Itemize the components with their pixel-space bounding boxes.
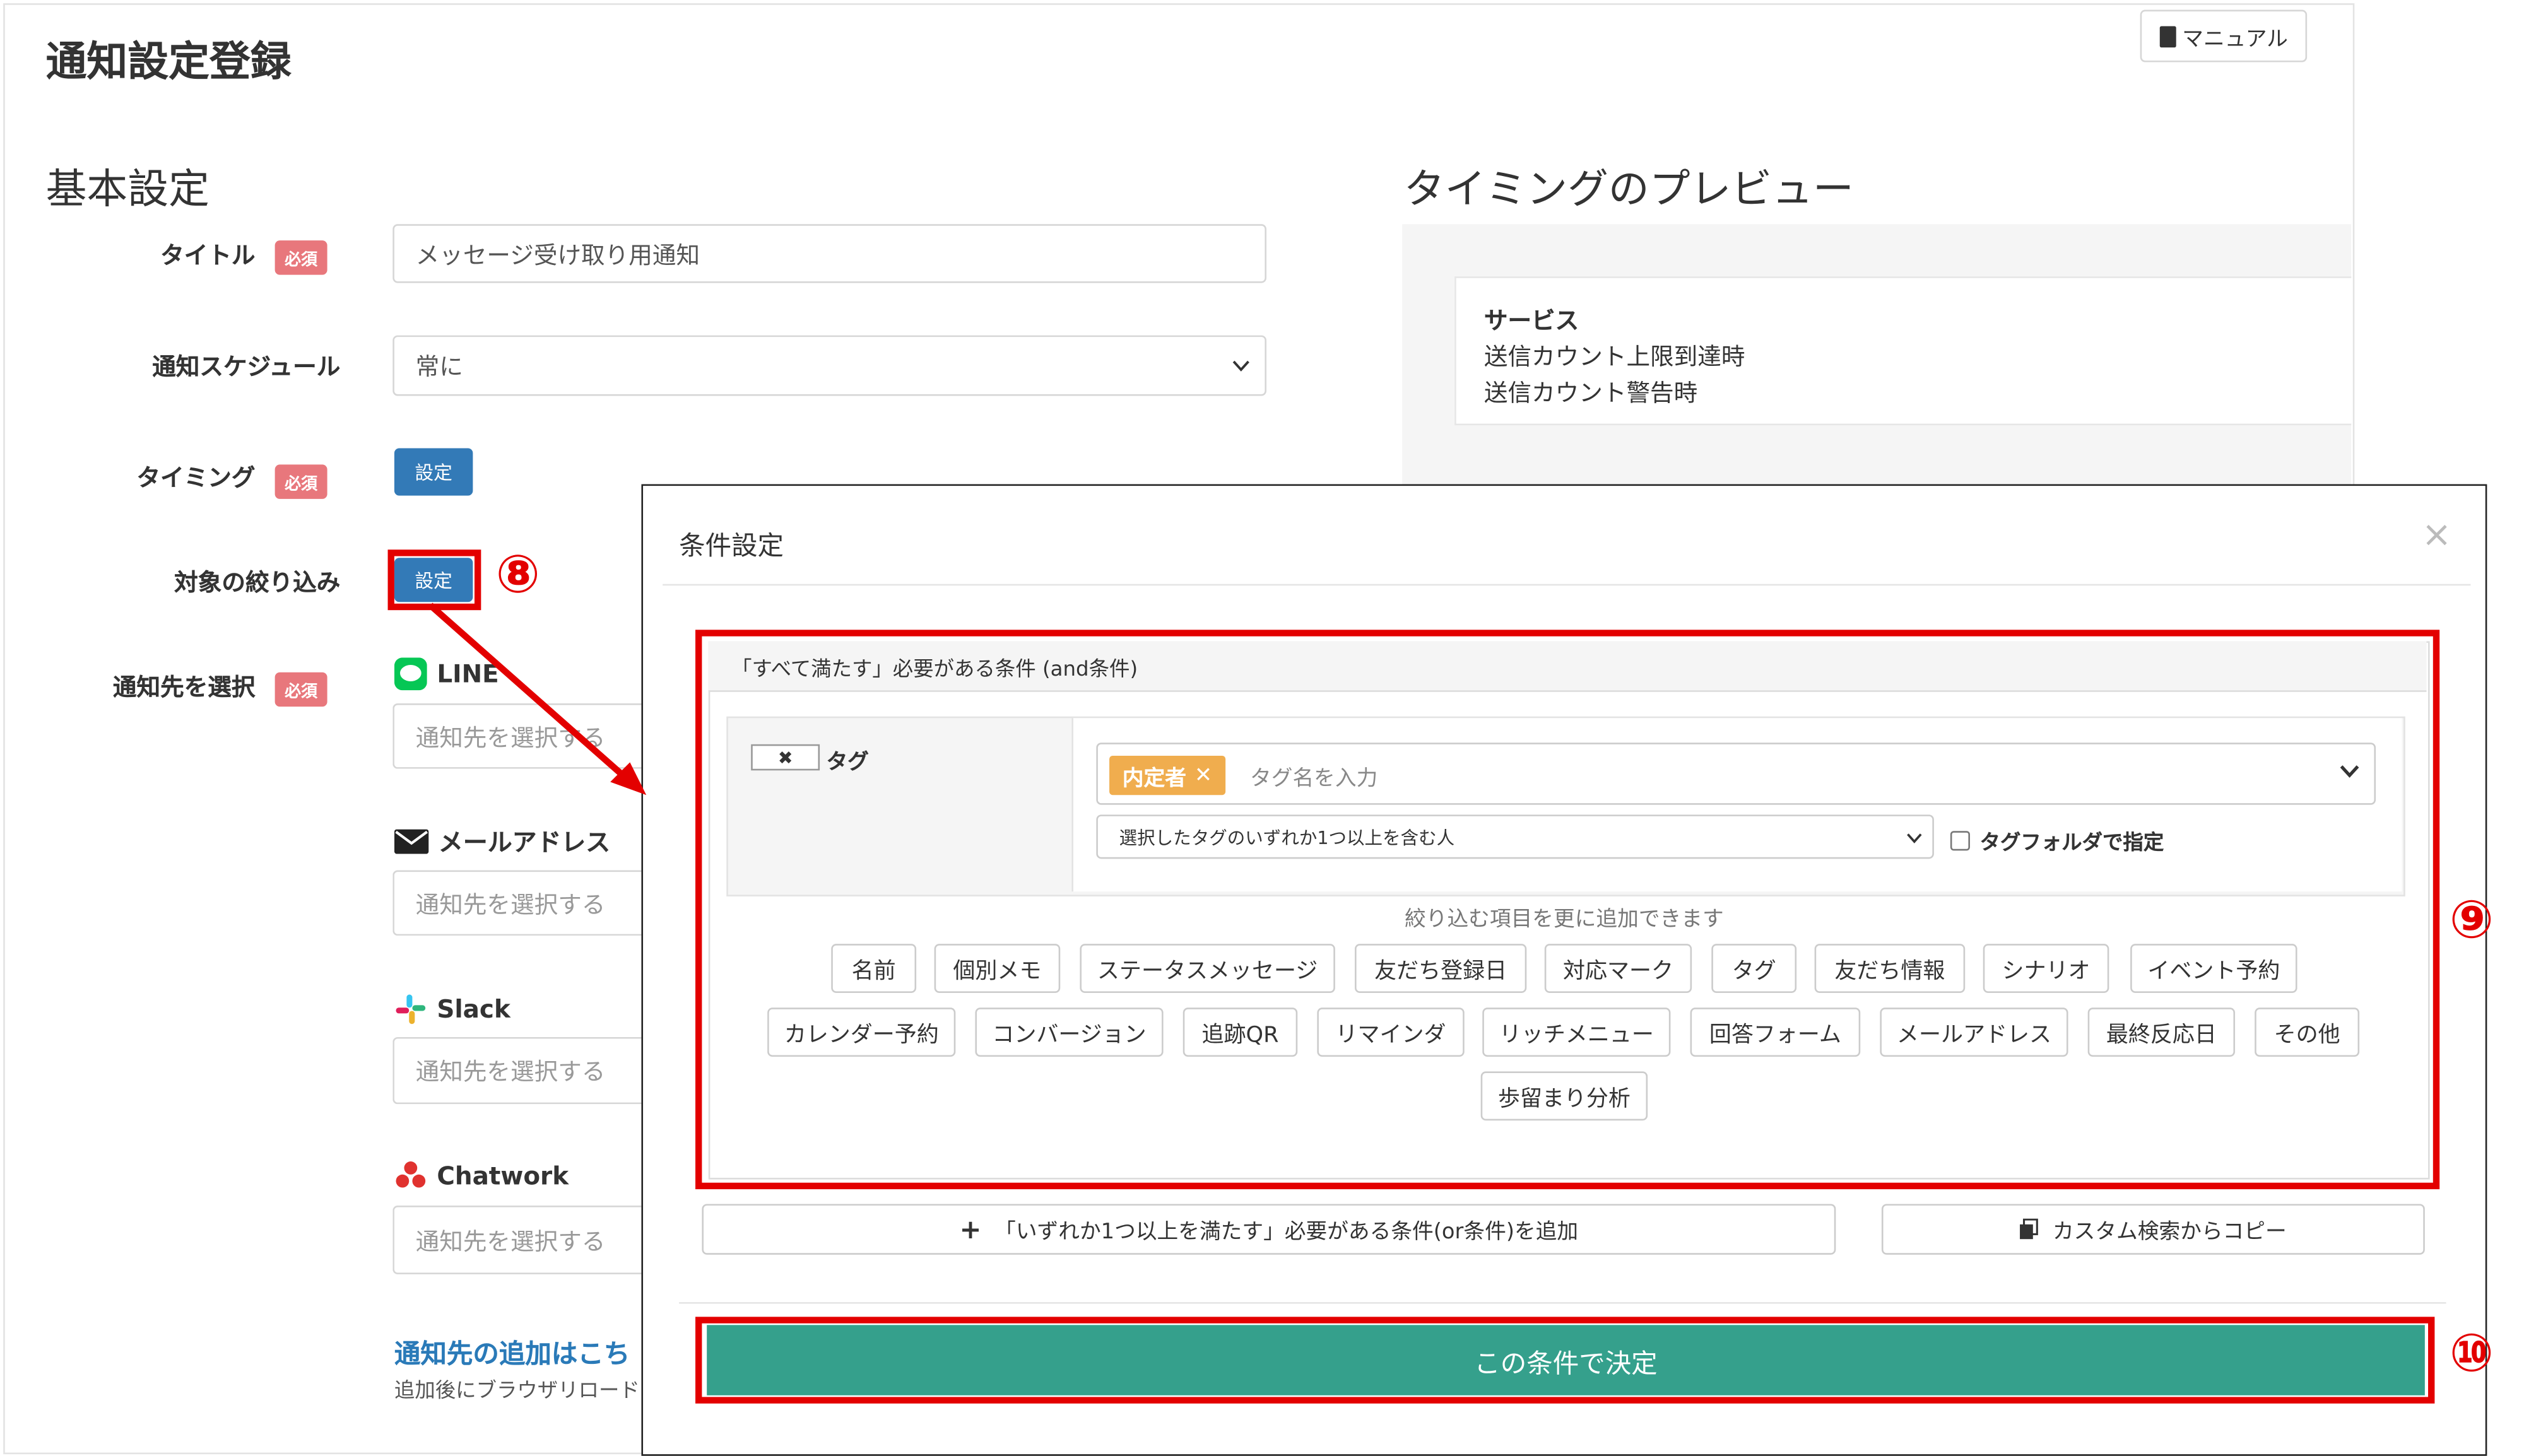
page-title: 通知設定登録 bbox=[45, 37, 292, 85]
slack-channel: Slack bbox=[394, 993, 510, 1026]
chatwork-channel: Chatwork bbox=[394, 1160, 569, 1192]
chatwork-channel-name: Chatwork bbox=[437, 1161, 569, 1191]
footer-divider bbox=[679, 1302, 2446, 1304]
annotation-box-9 bbox=[695, 630, 2440, 1190]
annotation-step-10: ⑩ bbox=[2449, 1322, 2494, 1384]
timing-set-button[interactable]: 設定 bbox=[394, 448, 473, 496]
close-icon[interactable]: × bbox=[2422, 515, 2452, 556]
copy-from-search-button[interactable]: カスタム検索からコピー bbox=[1881, 1204, 2425, 1255]
preview-service-title: サービス bbox=[1483, 309, 1579, 336]
slack-channel-name: Slack bbox=[437, 994, 510, 1024]
title-input[interactable]: メッセージ受け取り用通知 bbox=[392, 224, 1266, 283]
schedule-label: 通知スケジュール bbox=[152, 355, 341, 382]
required-badge: 必須 bbox=[274, 672, 327, 707]
add-or-condition-button[interactable]: + 「いずれか1つ以上を満たす」必要がある条件(or条件)を追加 bbox=[702, 1204, 1836, 1255]
preview-line: 送信カウント上限到達時 bbox=[1483, 345, 1745, 372]
copy-icon bbox=[2020, 1218, 2039, 1240]
slack-destination-input[interactable]: 通知先を選択する bbox=[392, 1036, 655, 1105]
destination-label: 通知先を選択 bbox=[112, 675, 256, 702]
timing-preview-card: サービス 送信カウント上限到達時 送信カウント警告時 bbox=[1454, 276, 2352, 426]
timing-preview-heading: タイミングのプレビュー bbox=[1403, 165, 1854, 213]
email-channel: メールアドレス bbox=[394, 825, 610, 859]
book-icon bbox=[2159, 25, 2176, 47]
envelope-icon bbox=[394, 829, 429, 854]
required-badge: 必須 bbox=[274, 464, 327, 499]
filter-label: 対象の絞り込み bbox=[174, 570, 341, 597]
email-channel-name: メールアドレス bbox=[438, 828, 611, 857]
chatwork-destination-input[interactable]: 通知先を選択する bbox=[392, 1206, 655, 1274]
chevron-down-icon bbox=[1232, 360, 1249, 372]
reload-note: 追加後にブラウザリロード bbox=[394, 1377, 640, 1402]
chatwork-icon bbox=[396, 1161, 426, 1188]
annotation-step-9: ⑨ bbox=[2449, 888, 2494, 951]
copy-from-search-label: カスタム検索からコピー bbox=[2052, 1220, 2287, 1245]
basic-settings-heading: 基本設定 bbox=[45, 165, 209, 213]
preview-line: 送信カウント警告時 bbox=[1483, 381, 1698, 408]
manual-button[interactable]: マニュアル bbox=[2140, 9, 2308, 62]
modal-divider bbox=[663, 584, 2471, 586]
plus-icon: + bbox=[959, 1214, 982, 1245]
modal-title: 条件設定 bbox=[679, 530, 784, 561]
manual-button-label: マニュアル bbox=[2182, 26, 2288, 52]
timing-label: タイミング bbox=[136, 466, 256, 493]
schedule-value: 常に bbox=[415, 355, 463, 382]
slack-icon bbox=[396, 994, 426, 1024]
title-label: タイトル bbox=[160, 244, 256, 270]
add-or-condition-label: 「いずれか1つ以上を満たす」必要がある条件(or条件)を追加 bbox=[994, 1220, 1579, 1245]
add-destination-link[interactable]: 通知先の追加はこち bbox=[394, 1332, 630, 1371]
required-badge: 必須 bbox=[274, 240, 327, 275]
annotation-step-8: ⑧ bbox=[495, 543, 540, 606]
email-destination-input[interactable]: 通知先を選択する bbox=[392, 870, 655, 936]
schedule-select[interactable]: 常に bbox=[392, 335, 1266, 396]
annotation-box-10 bbox=[695, 1317, 2435, 1404]
annotation-arrow bbox=[428, 602, 647, 796]
